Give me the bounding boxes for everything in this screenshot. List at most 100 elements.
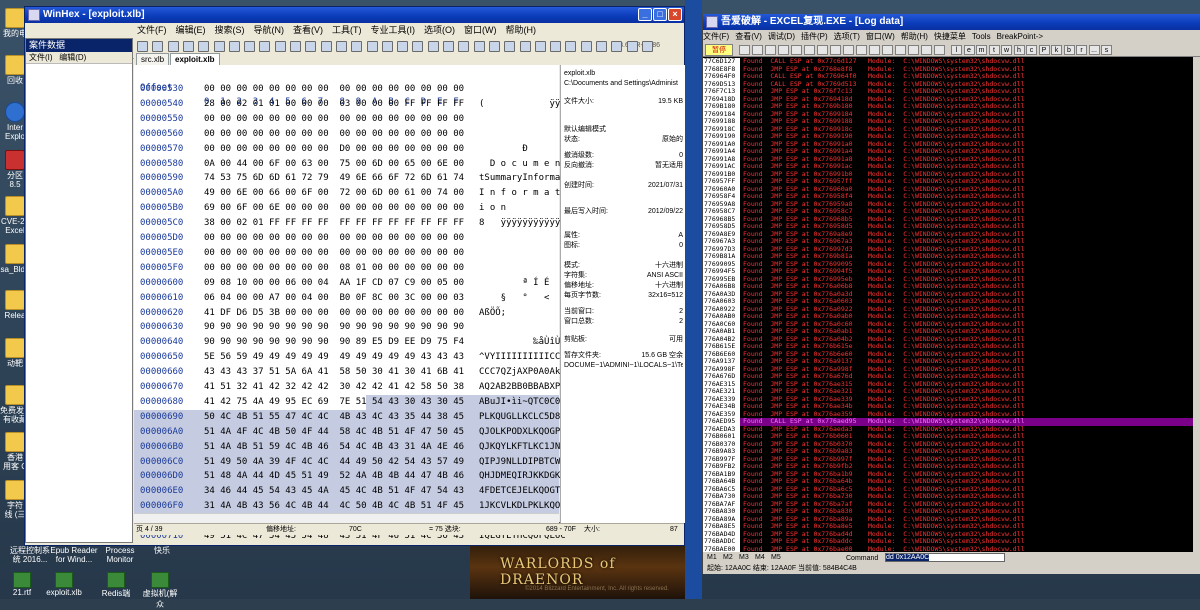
log-row[interactable]: 77699188 Found JMP ESP at 0x77699188 Modul… xyxy=(703,118,1200,126)
toolbar-icon[interactable] xyxy=(381,41,393,52)
olly-menu-item[interactable]: Tools xyxy=(972,32,991,41)
log-row[interactable]: 77C6D127 Found CALL ESP at 0x77c6d127 Modu… xyxy=(703,58,1200,66)
memory-tab[interactable]: M3 xyxy=(739,552,749,563)
olly-menu-item[interactable]: 插件(P) xyxy=(801,32,828,41)
hex-row[interactable]: 00000600 09 08 10 00 00 06 00 04 AA 1F CD… xyxy=(134,276,559,290)
log-row[interactable]: 776959A8 Found JMP ESP at 0x776959a8 Modul… xyxy=(703,200,1200,208)
olly-window-button[interactable]: P xyxy=(1038,45,1050,55)
olly-toolbar-icon[interactable] xyxy=(817,45,828,55)
olly-toolbar-icon[interactable] xyxy=(778,45,789,55)
log-row[interactable]: 776958F4 Found JMP ESP at 0x776958f4 Modul… xyxy=(703,193,1200,201)
olly-toolbar-icon[interactable] xyxy=(752,45,763,55)
log-row[interactable]: 776B9FB2 Found JMP ESP at 0x776b9fb2 Modul… xyxy=(703,463,1200,471)
hex-row[interactable]: 00000650 5E 56 59 49 49 49 49 49 49 49 49… xyxy=(134,350,566,364)
toolbar-icon[interactable] xyxy=(504,41,516,52)
hex-row[interactable]: 00000530 00 00 00 00 00 00 00 00 00 00 00… xyxy=(134,82,559,96)
toolbar-icon[interactable] xyxy=(351,41,363,52)
log-row[interactable]: 7768E8F8 Found JMP ESP at 0x7768e8f8 Modul… xyxy=(703,65,1200,73)
toolbar-icon[interactable] xyxy=(198,41,210,52)
log-row[interactable]: 776A0AB0 Found JMP ESP at 0x776a0ab0 Modul… xyxy=(703,313,1200,321)
log-row[interactable]: 776995EB Found JMP ESP at 0x776995eb Modul… xyxy=(703,275,1200,283)
toolbar-icon[interactable] xyxy=(397,41,409,52)
olly-toolbar-icon[interactable] xyxy=(830,45,841,55)
olly-toolbar-icon[interactable] xyxy=(856,45,867,55)
toolbar-icon[interactable] xyxy=(443,41,454,52)
winhex-titlebar[interactable]: WinHex - [exploit.xlb] _ □ × xyxy=(25,7,684,23)
olly-window-button[interactable]: k xyxy=(1051,45,1062,55)
toolbar-icon[interactable] xyxy=(137,41,148,52)
olly-menu-item[interactable]: 调试(D) xyxy=(768,32,795,41)
log-row[interactable]: 776AEDA3 Found JMP ESP at 0x776aeda3 Modul… xyxy=(703,425,1200,433)
hex-row[interactable]: 00000680 41 42 75 4A 49 95 EC 69 7E 51 54… xyxy=(134,395,566,409)
menu-item[interactable]: 文件(F) xyxy=(137,25,167,35)
menu-item[interactable]: 专业工具(I) xyxy=(371,25,416,35)
olly-toolbar-icon[interactable] xyxy=(804,45,815,55)
log-row[interactable]: 776BA89A Found JMP ESP at 0x776ba89a Modul… xyxy=(703,515,1200,523)
desktop-file-icon[interactable]: exploit.xlb xyxy=(44,572,84,597)
toolbar-icon[interactable] xyxy=(244,41,256,52)
log-row[interactable]: 776AE359 Found JMP ESP at 0x776ae359 Modul… xyxy=(703,410,1200,418)
log-row[interactable]: 776991A8 Found JMP ESP at 0x776991a8 Modul… xyxy=(703,155,1200,163)
olly-menu-item[interactable]: BreakPoint-> xyxy=(997,32,1043,41)
toolbar-icon[interactable] xyxy=(259,41,271,52)
case-menu-edit[interactable]: 编辑(D) xyxy=(59,53,86,62)
log-row[interactable]: 776A04B2 Found JMP ESP at 0x776a04b2 Modul… xyxy=(703,335,1200,343)
olly-window-button[interactable]: b xyxy=(1063,45,1075,55)
desktop-file-icon[interactable]: 21.rtf xyxy=(2,572,42,597)
olly-toolbar-icon[interactable] xyxy=(765,45,776,55)
toolbar-icon[interactable] xyxy=(305,41,317,52)
log-row[interactable]: 776B6E60 Found JMP ESP at 0x776b6e60 Modul… xyxy=(703,350,1200,358)
olly-toolbar-icon[interactable] xyxy=(921,45,932,55)
log-row[interactable]: 776A0603 Found JMP ESP at 0x776a0603 Modul… xyxy=(703,298,1200,306)
hex-row[interactable]: 000005E0 00 00 00 00 00 00 00 00 00 00 00… xyxy=(134,246,559,260)
toolbar-icon[interactable] xyxy=(565,41,577,52)
log-row[interactable]: 7769A8E9 Found JMP ESP at 0x7769a8e9 Modul… xyxy=(703,230,1200,238)
log-row[interactable]: 776B0601 Found JMP ESP at 0x776b0601 Modul… xyxy=(703,433,1200,441)
hex-row[interactable]: 000006E0 34 46 44 45 54 43 45 4A 45 4C 4B… xyxy=(134,484,566,498)
log-row[interactable]: 776AE321 Found JMP ESP at 0x776ae321 Modul… xyxy=(703,388,1200,396)
hex-row[interactable]: 00000660 43 43 43 37 51 5A 6A 41 58 50 30… xyxy=(134,365,566,379)
olly-window-button[interactable]: t xyxy=(988,45,1000,55)
olly-window-button[interactable]: w xyxy=(1001,45,1012,55)
log-row[interactable]: 776991A0 Found JMP ESP at 0x776991a0 Modul… xyxy=(703,140,1200,148)
log-row[interactable]: 7769918C Found JMP ESP at 0x7769918c Modul… xyxy=(703,125,1200,133)
hex-row[interactable]: 000006F0 31 4A 4B 43 56 4C 4B 44 4C 50 4B… xyxy=(134,499,566,513)
hex-row[interactable]: 00000640 90 90 90 90 90 90 90 90 90 89 E5… xyxy=(134,335,571,349)
toolbar-icon[interactable] xyxy=(228,41,240,52)
log-row[interactable]: 776A0922 Found JMP ESP at 0x776a0922 Modul… xyxy=(703,305,1200,313)
toolbar-icon[interactable] xyxy=(152,41,164,52)
log-row[interactable]: 77699184 Found JMP ESP at 0x77699184 Modul… xyxy=(703,110,1200,118)
toolbar-icon[interactable] xyxy=(167,41,179,52)
close-button[interactable]: × xyxy=(668,8,682,21)
olly-window-button[interactable]: e xyxy=(963,45,975,55)
log-row[interactable]: 776997D3 Found JMP ESP at 0x776997d3 Modul… xyxy=(703,245,1200,253)
case-menu-file[interactable]: 文件(I) xyxy=(29,53,53,62)
olly-window-button[interactable]: ... xyxy=(1088,45,1100,55)
log-row[interactable]: 776A9137 Found JMP ESP at 0x776a9137 Modul… xyxy=(703,358,1200,366)
hex-row[interactable]: 000005B0 69 00 6F 00 6E 00 00 00 00 00 00… xyxy=(134,201,559,215)
toolbar-icon[interactable] xyxy=(626,41,638,52)
menu-item[interactable]: 查看(V) xyxy=(293,25,323,35)
log-row[interactable]: 776B997F Found JMP ESP at 0x776b997f Modul… xyxy=(703,455,1200,463)
log-row[interactable]: 776958C7 Found JMP ESP at 0x776958c7 Modul… xyxy=(703,208,1200,216)
log-row[interactable]: 776AED95 Found CALL ESP at 0x776aed95 Modu… xyxy=(703,418,1200,426)
toolbar-icon[interactable] xyxy=(458,41,470,52)
olly-window-button[interactable]: s xyxy=(1101,45,1112,55)
log-row[interactable]: 77699095 Found JMP ESP at 0x77699095 Modul… xyxy=(703,260,1200,268)
desktop-shortcut[interactable]: 快乐 xyxy=(132,546,192,555)
toolbar-icon[interactable] xyxy=(290,41,301,52)
menu-item[interactable]: 导航(N) xyxy=(254,25,285,35)
log-row[interactable]: 776A06B8 Found JMP ESP at 0x776a06b8 Modul… xyxy=(703,283,1200,291)
log-row[interactable]: 776994F5 Found JMP ESP at 0x776994f5 Modul… xyxy=(703,268,1200,276)
olly-menu-item[interactable]: 帮助(H) xyxy=(901,32,928,41)
toolbar-icon[interactable] xyxy=(611,41,623,52)
log-row[interactable]: 776BA1B9 Found JMP ESP at 0x776ba1b9 Modul… xyxy=(703,470,1200,478)
log-row[interactable]: 776B0370 Found JMP ESP at 0x776b0370 Modul… xyxy=(703,440,1200,448)
toolbar-icon[interactable] xyxy=(427,41,439,52)
toolbar-icon[interactable] xyxy=(641,41,653,52)
memory-tab[interactable]: M2 xyxy=(723,552,733,563)
log-row[interactable]: 776BA6C5 Found JMP ESP at 0x776ba6c5 Modul… xyxy=(703,485,1200,493)
log-row[interactable]: 776B615E Found JMP ESP at 0x776b615e Modul… xyxy=(703,343,1200,351)
log-row[interactable]: 7769B81A Found JMP ESP at 0x7769b81a Modul… xyxy=(703,253,1200,261)
memory-tab[interactable]: M4 xyxy=(755,552,765,563)
